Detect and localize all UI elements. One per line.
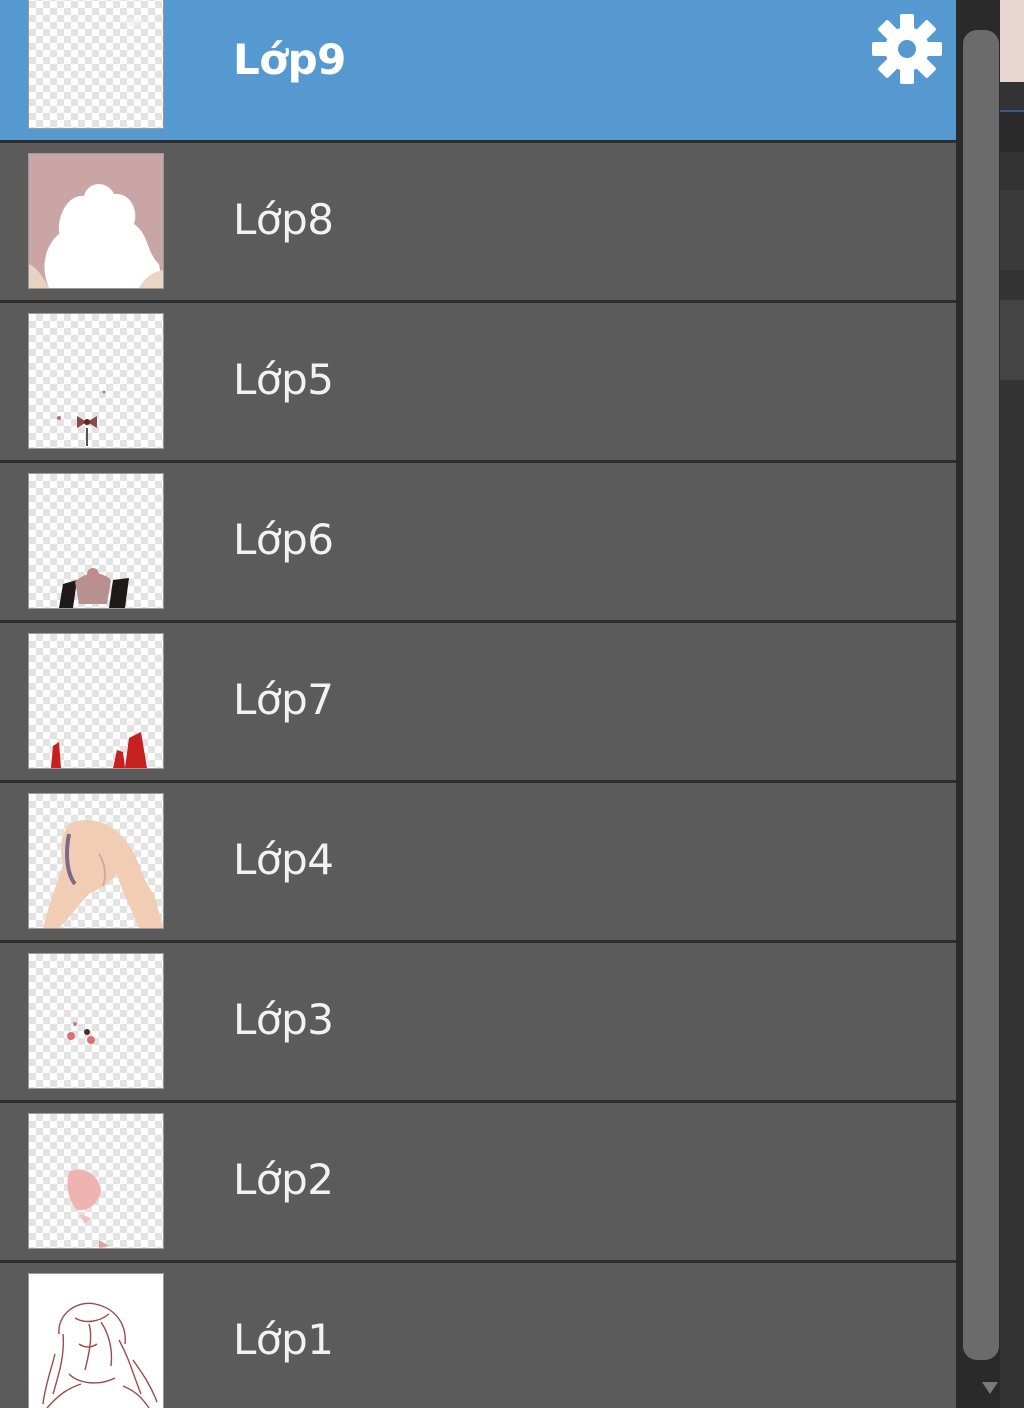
layer-name: Lớp4 bbox=[233, 835, 334, 884]
layer-row-lop6[interactable]: Lớp6 bbox=[0, 463, 956, 623]
layer-thumbnail[interactable] bbox=[28, 0, 164, 129]
adjacent-panel-button bbox=[1000, 190, 1024, 270]
layer-row-lop8[interactable]: Lớp8 bbox=[0, 143, 956, 303]
layer-row-lop5[interactable]: Lớp5 bbox=[0, 303, 956, 463]
layer-name: Lớp5 bbox=[233, 355, 334, 404]
layer-name: Lớp7 bbox=[233, 675, 334, 724]
layer-thumbnail[interactable] bbox=[28, 153, 164, 289]
layer-thumbnail[interactable] bbox=[28, 633, 164, 769]
layer-row-lop7[interactable]: Lớp7 bbox=[0, 623, 956, 783]
adjacent-panel-tab bbox=[1000, 110, 1024, 152]
adjacent-canvas-preview bbox=[1000, 0, 1024, 82]
layer-row-lop4[interactable]: Lớp4 bbox=[0, 783, 956, 943]
layer-thumbnail[interactable] bbox=[28, 313, 164, 449]
layer-row-lop2[interactable]: Lớp2 bbox=[0, 1103, 956, 1263]
layer-name: Lớp8 bbox=[233, 195, 334, 244]
layer-name: Lớp2 bbox=[233, 1155, 334, 1204]
scroll-down-arrow-icon[interactable] bbox=[982, 1382, 998, 1394]
layer-thumbnail[interactable] bbox=[28, 473, 164, 609]
layer-name: Lớp1 bbox=[233, 1315, 334, 1364]
layer-name: Lớp3 bbox=[233, 995, 334, 1044]
layer-thumbnail[interactable] bbox=[28, 1113, 164, 1249]
gear-icon[interactable] bbox=[868, 10, 946, 88]
layer-row-lop3[interactable]: Lớp3 bbox=[0, 943, 956, 1103]
layer-thumbnail[interactable] bbox=[28, 1273, 164, 1408]
layers-panel: Lớp9 Lớp8 Lớp5 Lớp6 Lớp7 Lớp4 Lớp3 Lớp2 … bbox=[0, 0, 956, 1408]
scrollbar-thumb[interactable] bbox=[963, 30, 999, 1360]
adjacent-panel-section bbox=[1000, 300, 1024, 380]
layer-name: Lớp6 bbox=[233, 515, 334, 564]
layer-thumbnail[interactable] bbox=[28, 793, 164, 929]
layer-name: Lớp9 bbox=[233, 35, 346, 84]
layer-row-lop9[interactable]: Lớp9 bbox=[0, 0, 956, 143]
layer-thumbnail[interactable] bbox=[28, 953, 164, 1089]
layer-row-lop1[interactable]: Lớp1 bbox=[0, 1263, 956, 1408]
